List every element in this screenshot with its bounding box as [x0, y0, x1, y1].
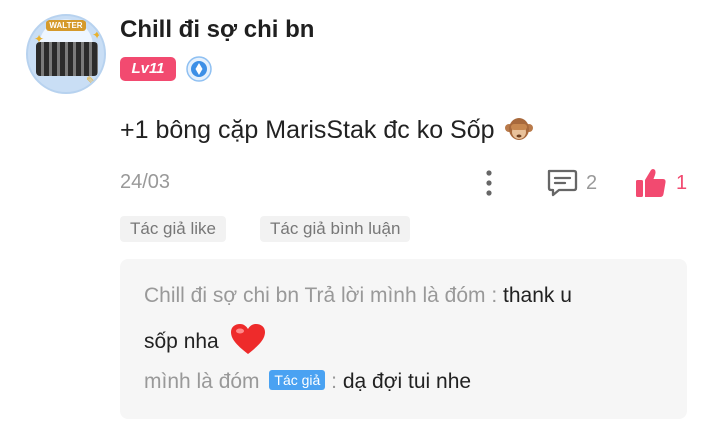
level-badge: Lv11 — [120, 57, 176, 81]
avatar-photo — [36, 42, 98, 76]
author-liked-tag: Tác giả like — [120, 216, 226, 242]
comment-icon[interactable] — [545, 167, 579, 199]
comment-date: 24/03 — [120, 171, 171, 193]
see-no-evil-monkey-icon — [505, 118, 534, 140]
reply-message-continued: sốp nha — [144, 330, 219, 353]
sparkle-icon: ✦ — [92, 28, 103, 42]
reply-header: Chill đi sợ chi bn Trả lời mình là đóm : — [144, 284, 498, 307]
thumbs-up-icon[interactable] — [634, 166, 668, 200]
reply-message: thank u — [503, 284, 572, 307]
reply-item[interactable]: mình là đóm Tác giả : dạ đợi tui nhe — [144, 370, 471, 394]
author-replied-tag: Tác giả bình luận — [260, 216, 411, 242]
like-count: 1 — [676, 172, 688, 194]
author-badge: Tác giả — [269, 370, 326, 390]
more-vertical-icon[interactable] — [478, 168, 500, 198]
username[interactable]: Chill đi sợ chi bn — [120, 16, 314, 44]
replies-box: Chill đi sợ chi bn Trả lời mình là đóm :… — [120, 259, 687, 419]
reply-item-continued: sốp nha — [144, 322, 267, 356]
reply-separator: : — [331, 370, 338, 393]
reply-message: dạ đợi tui nhe — [342, 370, 472, 393]
reply-author-name: mình là đóm — [144, 370, 260, 393]
sparkle-icon: ✦ — [34, 32, 45, 46]
avatar[interactable]: WALTER ✦ ✦ ✎ — [26, 14, 106, 94]
avatar-banner: WALTER — [46, 20, 86, 31]
comment-body: +1 bông cặp MarisStak đc ko Sốp — [120, 116, 495, 144]
reply-count: 2 — [586, 172, 598, 194]
comment-text: +1 bông cặp MarisStak đc ko Sốp — [120, 116, 534, 145]
heart-icon — [230, 324, 265, 354]
reply-item[interactable]: Chill đi sợ chi bn Trả lời mình là đóm :… — [144, 284, 572, 308]
pencil-icon: ✎ — [86, 74, 97, 88]
verified-badge-icon — [186, 56, 212, 82]
